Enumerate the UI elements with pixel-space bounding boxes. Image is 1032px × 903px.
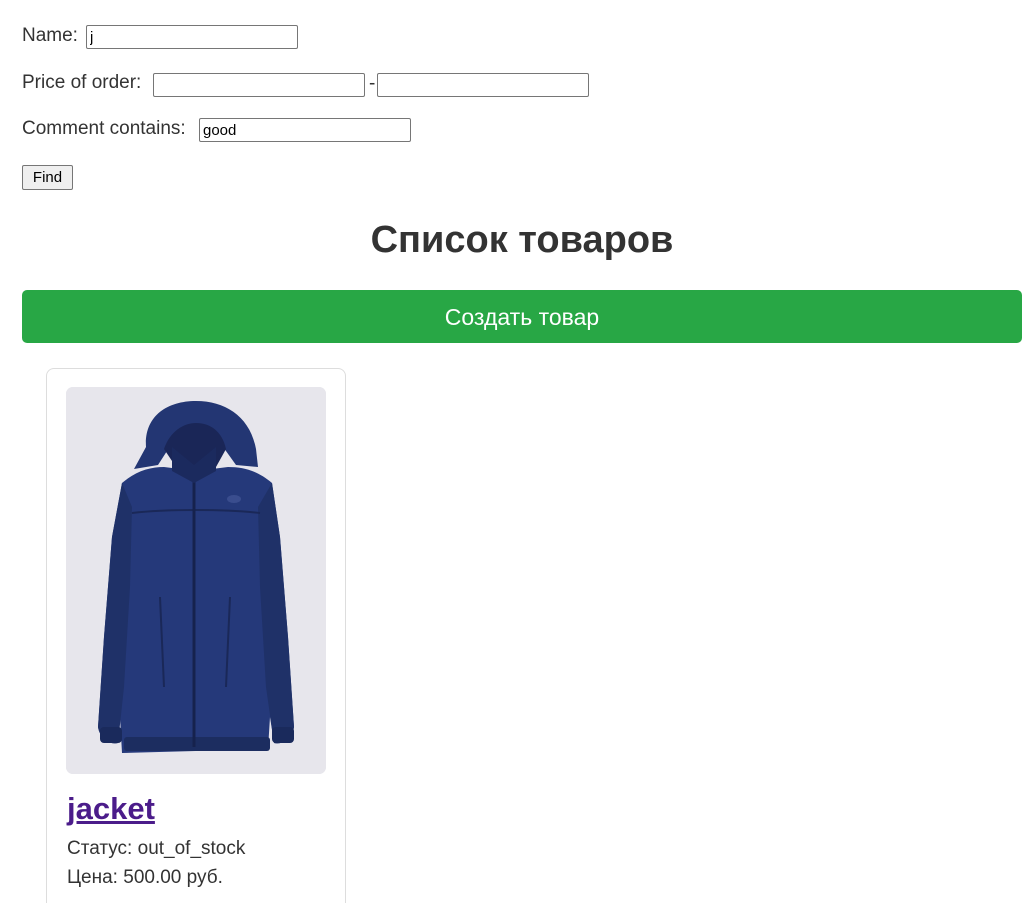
price-range-separator: - bbox=[369, 73, 376, 94]
product-status: Статус: out_of_stock bbox=[67, 837, 245, 861]
create-product-button[interactable]: Создать товар bbox=[22, 290, 1022, 343]
status-value: out_of_stock bbox=[137, 838, 246, 859]
price-value: 500.00 руб. bbox=[123, 867, 223, 888]
price-to-input[interactable] bbox=[377, 73, 589, 97]
name-label: Name: bbox=[22, 25, 78, 46]
price-label: Price of order: bbox=[22, 72, 142, 93]
comment-input[interactable] bbox=[199, 118, 411, 142]
product-name-link[interactable]: jacket bbox=[67, 789, 155, 829]
products-page: Name: Price of order: - Comment contains… bbox=[0, 0, 1032, 903]
page-title: Список товаров bbox=[370, 219, 674, 261]
name-input[interactable] bbox=[86, 25, 298, 49]
product-price: Цена: 500.00 руб. bbox=[67, 866, 223, 890]
status-label: Статус: bbox=[67, 838, 133, 859]
price-from-input[interactable] bbox=[153, 73, 365, 97]
navy-jacket-photo bbox=[66, 387, 326, 774]
find-button[interactable]: Find bbox=[22, 165, 73, 190]
comment-label: Comment contains: bbox=[22, 118, 186, 139]
price-label: Цена: bbox=[67, 867, 118, 888]
product-card: jacket Статус: out_of_stock Цена: 500.00… bbox=[46, 368, 346, 903]
product-image bbox=[66, 387, 326, 774]
